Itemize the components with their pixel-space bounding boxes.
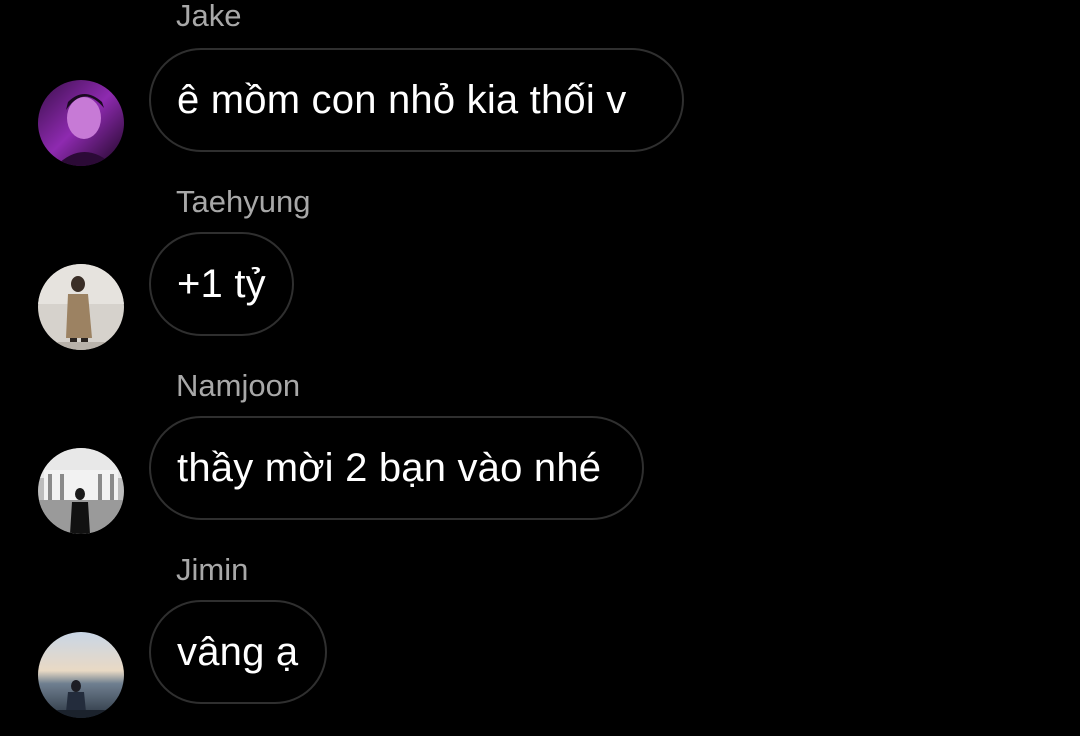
message-bubble[interactable]: +1 tỷ (149, 232, 294, 336)
message-bubble[interactable]: vâng ạ (149, 600, 327, 704)
sender-name: Taehyung (176, 184, 311, 219)
avatar-jake[interactable] (38, 80, 124, 166)
chat-thread: Jake ê mồm con nhỏ kia thối v Taehyung +… (0, 0, 1080, 730)
avatar-namjoon[interactable] (38, 448, 124, 534)
sender-name: Jimin (176, 552, 249, 587)
avatar-taehyung[interactable] (38, 264, 124, 350)
message-bubble[interactable]: ê mồm con nhỏ kia thối v (149, 48, 684, 152)
sender-name: Jake (176, 0, 242, 33)
message-text: ê mồm con nhỏ kia thối v (177, 77, 627, 122)
message-text: +1 tỷ (177, 261, 266, 306)
message-text: vâng ạ (177, 629, 299, 674)
message-group-jake: Jake ê mồm con nhỏ kia thối v (0, 0, 1080, 184)
avatar-jimin[interactable] (38, 632, 124, 718)
message-bubble[interactable]: thầy mời 2 bạn vào nhé (149, 416, 644, 520)
message-group-jimin: Jimin vâng ạ (0, 552, 1080, 736)
message-group-taehyung: Taehyung +1 tỷ (0, 184, 1080, 368)
sender-name: Namjoon (176, 368, 301, 403)
message-text: thầy mời 2 bạn vào nhé (177, 445, 602, 490)
message-group-namjoon: Namjoon thầy mời 2 bạn vào nhé (0, 368, 1080, 552)
